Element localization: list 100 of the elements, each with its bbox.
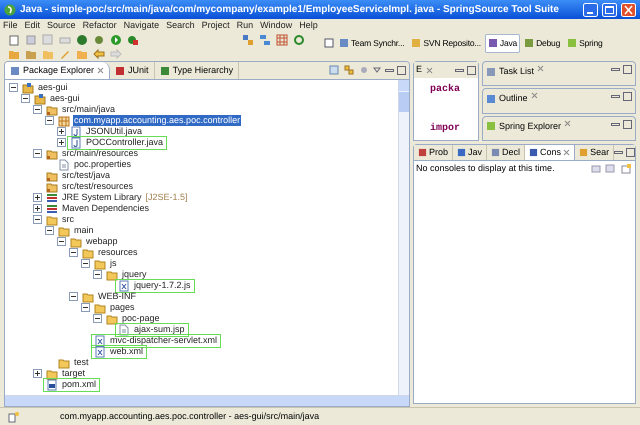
back-arrow-icon[interactable]: [93, 48, 105, 60]
expand-toggle[interactable]: [57, 138, 66, 147]
maximize-icon[interactable]: [397, 66, 406, 74]
tree-item[interactable]: resources: [97, 247, 139, 258]
tree-item[interactable]: pages: [109, 302, 136, 313]
link-editor-icon[interactable]: [343, 64, 355, 76]
close-icon[interactable]: [426, 66, 434, 74]
editor-tab[interactable]: E: [416, 63, 422, 77]
run-icon[interactable]: [110, 34, 122, 46]
view-tab[interactable]: JUnit: [110, 62, 155, 79]
bug-icon[interactable]: [93, 34, 105, 46]
perspective-button[interactable]: Debug: [521, 34, 564, 53]
view-tab[interactable]: Package Explorer: [5, 62, 110, 79]
collapse-toggle[interactable]: [45, 226, 54, 235]
tree-item[interactable]: poc.properties: [73, 159, 132, 170]
view-tab[interactable]: Cons: [525, 145, 576, 160]
maximize-icon[interactable]: [623, 92, 632, 102]
minimize-window-button[interactable]: [583, 2, 598, 16]
collapse-toggle[interactable]: [45, 116, 54, 125]
menu-item[interactable]: File: [3, 18, 18, 32]
tree-item[interactable]: jquery-1.7.2.js: [133, 280, 192, 291]
open-console-icon[interactable]: [621, 164, 633, 174]
close-icon[interactable]: [563, 149, 570, 156]
maximize-icon[interactable]: [623, 120, 632, 129]
perspective-button[interactable]: Spring: [564, 34, 606, 53]
close-icon[interactable]: [537, 65, 544, 72]
tree-item[interactable]: webapp: [85, 236, 119, 247]
collapse-toggle[interactable]: [21, 94, 30, 103]
collapse-toggle[interactable]: [69, 292, 78, 301]
view-tab[interactable]: Spring Explorer: [486, 120, 562, 134]
tree-item[interactable]: com.myapp.accounting.aes.poc.controller: [73, 115, 242, 126]
menu-item[interactable]: Run: [236, 18, 254, 32]
tree-item[interactable]: jquery: [121, 269, 148, 280]
tree-item[interactable]: ajax-sum.jsp: [133, 324, 186, 335]
fast-view-icon[interactable]: [8, 410, 20, 422]
tree-item[interactable]: src/test/java: [61, 170, 112, 181]
view-tab[interactable]: Task List: [486, 65, 534, 78]
display-console-icon[interactable]: [605, 164, 617, 174]
pin-console-icon[interactable]: [591, 164, 601, 174]
perspective-button[interactable]: Java: [484, 34, 520, 53]
perspective-button[interactable]: Team Synchr...: [336, 34, 408, 53]
expand-toggle[interactable]: [33, 204, 42, 213]
menu-item[interactable]: Refactor: [82, 18, 117, 32]
minimize-icon[interactable]: [611, 65, 620, 74]
menu-item[interactable]: Window: [260, 18, 292, 32]
tree-item[interactable]: poc-page: [121, 313, 161, 324]
tree-item[interactable]: src/main/java: [61, 104, 116, 115]
menu-item[interactable]: Source: [47, 18, 76, 32]
spring-icon[interactable]: [76, 34, 88, 46]
tree-item[interactable]: main: [73, 225, 95, 236]
collapse-toggle[interactable]: [93, 270, 102, 279]
expand-toggle[interactable]: [33, 369, 42, 378]
collapse-toggle[interactable]: [57, 237, 66, 246]
vertical-scrollbar[interactable]: [398, 80, 409, 395]
grid-icon[interactable]: [276, 34, 288, 46]
tree-item[interactable]: target: [61, 368, 86, 379]
maximize-icon[interactable]: [623, 65, 632, 74]
collapse-toggle[interactable]: [93, 314, 102, 323]
menu-item[interactable]: Project: [202, 18, 230, 32]
open-perspective-icon[interactable]: [323, 37, 335, 50]
view-tab[interactable]: Sear: [575, 145, 614, 160]
view-tab[interactable]: Outline: [486, 92, 528, 106]
tree-item[interactable]: web.xml: [109, 346, 144, 357]
horizontal-scrollbar[interactable]: [5, 395, 409, 406]
hierarchy-icon[interactable]: [259, 34, 271, 46]
collapse-toggle[interactable]: [33, 105, 42, 114]
collapse-all-icon[interactable]: [329, 65, 339, 75]
team-icon[interactable]: [242, 34, 254, 46]
menu-item[interactable]: Navigate: [124, 18, 160, 32]
view-tab[interactable]: Type Hierarchy: [154, 62, 240, 79]
tree-item[interactable]: aes-gui: [37, 82, 69, 93]
tree-item[interactable]: src: [61, 214, 75, 225]
external-tool-icon[interactable]: [127, 34, 139, 46]
view-tab[interactable]: Jav: [453, 145, 488, 160]
view-tab[interactable]: Prob: [414, 145, 454, 160]
tree-item[interactable]: aes-gui: [49, 93, 81, 104]
collapse-toggle[interactable]: [69, 248, 78, 257]
menu-item[interactable]: Edit: [24, 18, 40, 32]
maximize-window-button[interactable]: [602, 2, 617, 16]
expand-toggle[interactable]: [33, 193, 42, 202]
menu-item[interactable]: Search: [166, 18, 195, 32]
close-icon[interactable]: [564, 120, 572, 127]
close-window-button[interactable]: [621, 2, 636, 16]
menu-item[interactable]: Help: [299, 18, 318, 32]
collapse-toggle[interactable]: [33, 215, 42, 224]
collapse-toggle[interactable]: [9, 83, 18, 92]
close-icon[interactable]: [97, 67, 104, 74]
tree-item[interactable]: src/test/resources: [61, 181, 134, 192]
new-icon[interactable]: [8, 34, 20, 46]
maximize-icon[interactable]: [626, 148, 636, 157]
tree-item[interactable]: WEB-INF: [97, 291, 137, 302]
tree-item[interactable]: js: [109, 258, 118, 269]
minimize-icon[interactable]: [614, 148, 624, 157]
collapse-toggle[interactable]: [33, 149, 42, 158]
collapse-toggle[interactable]: [81, 303, 90, 312]
perspective-button[interactable]: SVN Reposito...: [408, 34, 484, 53]
tree-item[interactable]: POCController.java: [85, 137, 164, 148]
expand-toggle[interactable]: [57, 127, 66, 136]
close-icon[interactable]: [530, 92, 538, 100]
tree-item[interactable]: src/main/resources: [61, 148, 140, 159]
